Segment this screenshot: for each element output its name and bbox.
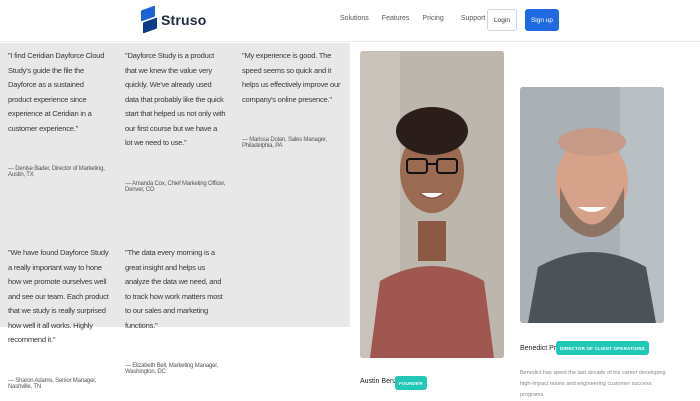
- role-badge: FOUNDER: [395, 376, 427, 390]
- logo-text: Struso: [161, 12, 207, 28]
- testimonial-author: — Marissa Dolan, Sales Manager, Philadel…: [242, 137, 327, 149]
- testimonial-card: "We have found Dayforce Study a really i…: [0, 240, 117, 400]
- testimonials-grid: "I find Ceridian Dayforce Cloud Study's …: [0, 43, 350, 400]
- testimonial-card: "The data every morning is a great insig…: [117, 240, 234, 400]
- testimonial-quote: "The data every morning is a great insig…: [125, 248, 223, 330]
- role-badge: DIRECTOR OF CLIENT OPERATIONS: [556, 341, 649, 355]
- team-member-bio: Benedict has spent the last decade of hi…: [520, 370, 666, 398]
- testimonial-quote: "We have found Dayforce Study a really i…: [8, 248, 109, 344]
- top-header: Struso Solutions Features Pricing Suppor…: [0, 0, 700, 42]
- testimonial-quote: "Dayforce Study is a product that we kne…: [125, 51, 226, 147]
- testimonial-quote: "I find Ceridian Dayforce Cloud Study's …: [8, 51, 105, 133]
- team-member-photo: [360, 51, 504, 358]
- person-portrait-icon: [520, 87, 664, 323]
- testimonial-author: — Denise Bader, Director of Marketing, A…: [8, 166, 105, 178]
- testimonial-author: — Sharon Adams, Senior Manager, Nashvill…: [8, 377, 97, 390]
- testimonial-author: — Elizabeth Bell, Marketing Manager, Was…: [125, 363, 219, 375]
- testimonial-quote: "My experience is good. The speed seems …: [242, 51, 341, 104]
- testimonial-card: "My experience is good. The speed seems …: [234, 43, 350, 325]
- testimonial-author: — Amanda Cox, Chief Marketing Officer, D…: [125, 180, 226, 193]
- person-portrait-icon: [360, 51, 504, 358]
- nav-item-support[interactable]: Support: [461, 15, 486, 22]
- logo-mark-icon: [141, 5, 157, 34]
- nav-item-features[interactable]: Features: [382, 15, 410, 22]
- nav-item-solutions[interactable]: Solutions: [340, 15, 369, 22]
- login-button[interactable]: Login: [487, 9, 517, 31]
- brand-logo[interactable]: Struso: [141, 5, 207, 34]
- team-member-photo: [520, 87, 664, 323]
- nav-item-pricing[interactable]: Pricing: [422, 15, 443, 22]
- team-section: Austin Benzer FOUNDER Benedict Price DIR…: [351, 43, 700, 400]
- main-nav: Solutions Features Pricing Support: [340, 15, 499, 22]
- signup-button[interactable]: Sign up: [525, 9, 559, 31]
